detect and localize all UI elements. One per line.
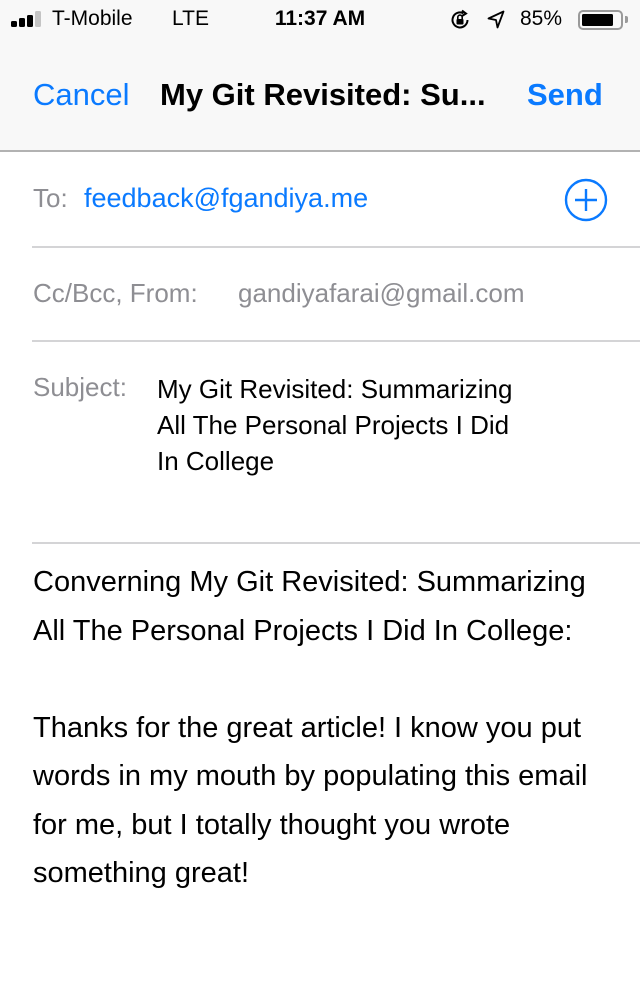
subject-label: Subject: bbox=[33, 372, 127, 402]
battery-level-fill bbox=[582, 14, 614, 26]
top-bar: T-Mobile LTE 11:37 AM 85% Cancel My Git … bbox=[0, 0, 640, 152]
rotation-lock-icon bbox=[451, 9, 469, 29]
to-field[interactable]: To: feedback@fgandiya.me bbox=[32, 154, 640, 248]
cancel-button[interactable]: Cancel bbox=[33, 77, 130, 113]
cc-bcc-from-field[interactable]: Cc/Bcc, From: gandiyafarai@gmail.com bbox=[32, 248, 640, 342]
from-address[interactable]: gandiyafarai@gmail.com bbox=[238, 278, 525, 309]
body-paragraph: Converning My Git Revisited: Summarizing… bbox=[33, 566, 586, 647]
battery-percent: 85% bbox=[520, 7, 563, 30]
subject-field[interactable]: Subject: My Git Revisited: Summarizing A… bbox=[32, 342, 640, 544]
body-blank-line bbox=[33, 655, 603, 704]
body-paragraph: Thanks for the great article! I know you… bbox=[33, 711, 588, 890]
status-bar: T-Mobile LTE 11:37 AM 85% bbox=[0, 0, 640, 40]
compose-title: My Git Revisited: Su... bbox=[160, 77, 486, 112]
plus-circle-icon bbox=[564, 178, 608, 222]
recipient-address[interactable]: feedback@fgandiya.me bbox=[84, 183, 368, 214]
cc-bcc-from-label: Cc/Bcc, From: bbox=[33, 278, 198, 308]
location-arrow-icon bbox=[487, 10, 505, 29]
subject-input[interactable]: My Git Revisited: Summarizing All The Pe… bbox=[157, 371, 537, 479]
battery-icon bbox=[578, 10, 623, 30]
message-body[interactable]: Converning My Git Revisited: Summarizing… bbox=[33, 558, 603, 898]
to-label: To: bbox=[33, 183, 68, 213]
send-button[interactable]: Send bbox=[527, 77, 603, 113]
battery-tip bbox=[625, 16, 628, 23]
add-recipient-button[interactable] bbox=[564, 178, 608, 222]
